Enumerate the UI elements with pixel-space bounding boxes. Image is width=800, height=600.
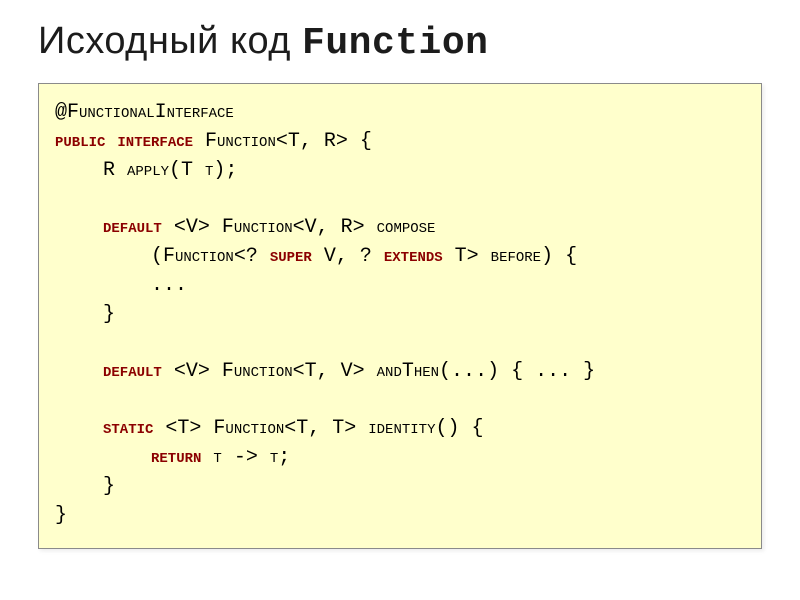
code-line: default <V> Function<T, V> andThen(...) … [55,357,745,386]
code-line: public interface Function<T, R> { [55,127,745,156]
blank-line [55,386,745,414]
code-line: static <T> Function<T, T> identity() { [55,414,745,443]
title-prefix: Исходный код [38,20,302,62]
code-line: } [55,300,745,329]
code-line: } [55,472,745,501]
blank-line [55,185,745,213]
code-line: @FunctionalInterface [55,98,745,127]
blank-line [55,329,745,357]
title-mono: Function [302,22,488,65]
code-line: default <V> Function<V, R> compose [55,213,745,242]
code-block: @FunctionalInterface public interface Fu… [38,83,762,549]
code-line: R apply(T t); [55,156,745,185]
code-line: return t -> t; [55,443,745,472]
code-line: (Function<? super V, ? extends T> before… [55,242,745,271]
code-line: ... [55,271,745,300]
slide: Исходный код Function @FunctionalInterfa… [0,0,800,600]
slide-title: Исходный код Function [38,20,762,65]
code-line: } [55,501,745,530]
